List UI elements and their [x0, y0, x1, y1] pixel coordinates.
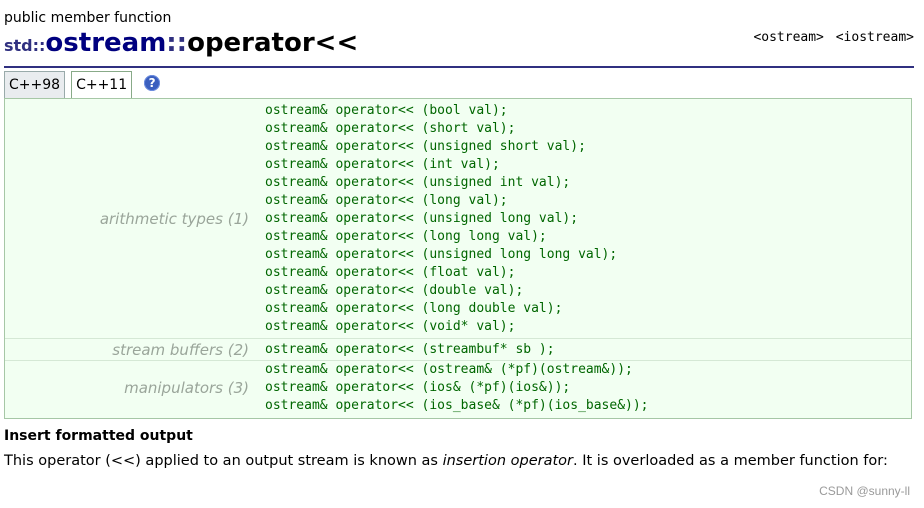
declaration: ostream& operator<< (void* val);	[265, 319, 516, 334]
group-label: arithmetic types (1)	[99, 210, 249, 228]
header-files: <ostream> <iostream>	[749, 30, 914, 45]
group-divider	[5, 338, 911, 339]
declaration: ostream& operator<< (bool val);	[265, 103, 508, 118]
page-title: std::ostream::operator<<	[4, 28, 358, 58]
group-label: stream buffers (2)	[112, 341, 249, 359]
title-divider	[4, 66, 914, 68]
declaration: ostream& operator<< (unsigned int val);	[265, 175, 571, 190]
declaration: ostream& operator<< (int val);	[265, 157, 500, 172]
version-tabs: C++98 C++11 ?	[4, 69, 161, 99]
section-heading: Insert formatted output	[4, 428, 193, 444]
function-name: operator<<	[187, 28, 359, 58]
member-kind: public member function	[4, 10, 172, 26]
declaration: ostream& operator<< (ios& (*pf)(ios&));	[265, 380, 571, 395]
declaration: ostream& operator<< (ostream& (*pf)(ostr…	[265, 362, 633, 377]
declaration: ostream& operator<< (short val);	[265, 121, 516, 136]
header-link-iostream[interactable]: <iostream>	[836, 30, 914, 45]
declaration-list: ostream& operator<< (streambuf* sb );	[265, 341, 555, 359]
declaration-list: ostream& operator<< (ostream& (*pf)(ostr…	[265, 361, 649, 415]
tab-cpp11[interactable]: C++11	[71, 71, 133, 99]
tab-cpp98[interactable]: C++98	[4, 71, 66, 99]
header-link-ostream[interactable]: <ostream>	[753, 30, 823, 45]
declaration-list: ostream& operator<< (bool val); ostream&…	[265, 102, 617, 336]
class-name-link[interactable]: ostream	[45, 28, 166, 58]
prototype-box: arithmetic types (1) ostream& operator<<…	[4, 98, 912, 419]
help-icon[interactable]: ?	[144, 75, 161, 91]
group-label: manipulators (3)	[124, 379, 249, 397]
declaration: ostream& operator<< (unsigned long val);	[265, 211, 579, 226]
declaration: ostream& operator<< (long long val);	[265, 229, 547, 244]
declaration: ostream& operator<< (long double val);	[265, 301, 563, 316]
declaration: ostream& operator<< (ios_base& (*pf)(ios…	[265, 398, 649, 413]
declaration: ostream& operator<< (unsigned long long …	[265, 247, 618, 262]
declaration: ostream& operator<< (long val);	[265, 193, 508, 208]
declaration: ostream& operator<< (float val);	[265, 265, 516, 280]
watermark: CSDN @sunny-ll	[819, 484, 910, 498]
namespace: std::	[4, 36, 46, 55]
declaration: ostream& operator<< (double val);	[265, 283, 524, 298]
para-text: . It is overloaded as a member function …	[573, 453, 888, 469]
scope-separator: ::	[166, 28, 188, 58]
description-paragraph: This operator (<<) applied to an output …	[4, 452, 904, 470]
declaration: ostream& operator<< (unsigned short val)…	[265, 139, 586, 154]
para-emphasis: insertion operator	[442, 453, 573, 469]
declaration: ostream& operator<< (streambuf* sb );	[265, 342, 555, 357]
para-text: This operator (<<) applied to an output …	[4, 453, 443, 469]
